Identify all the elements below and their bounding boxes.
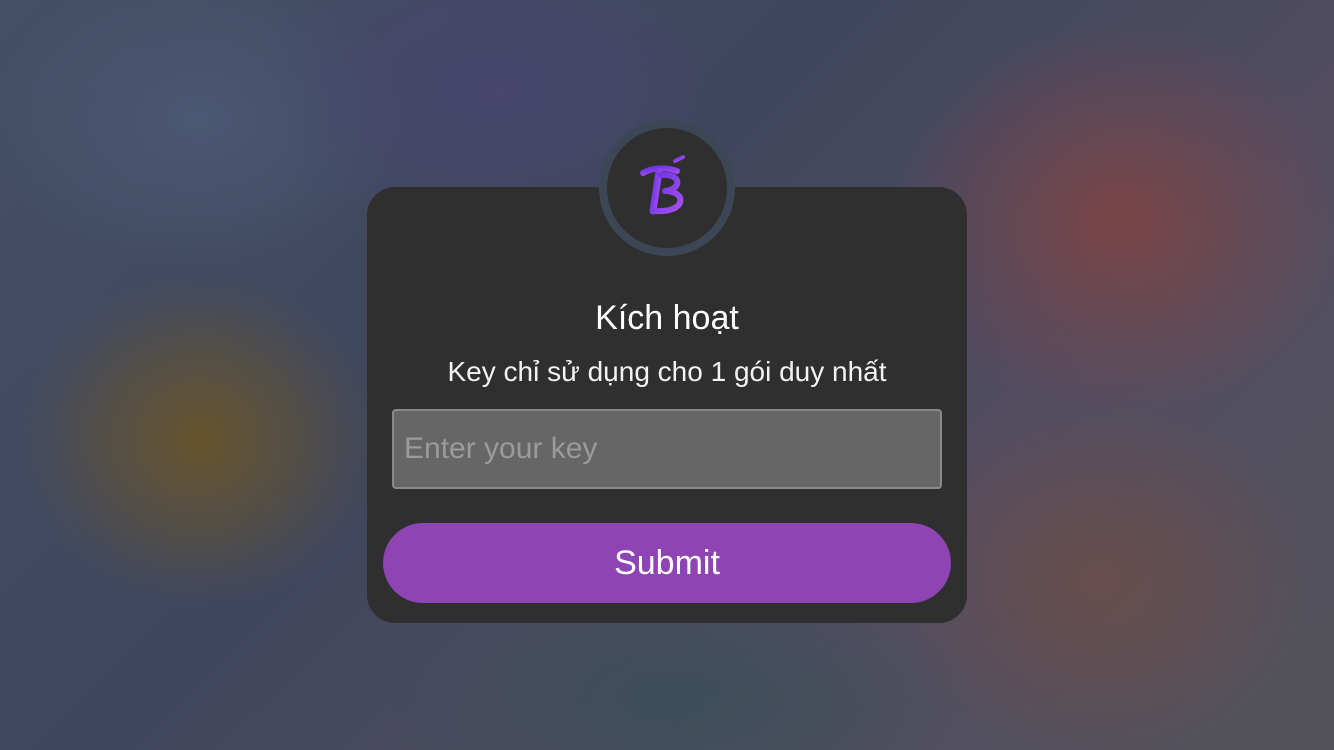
app-logo — [607, 128, 727, 248]
dialog-subtitle: Key chỉ sử dụng cho 1 gói duy nhất — [447, 356, 887, 387]
dialog-title: Kích hoạt — [595, 299, 739, 337]
key-input[interactable] — [392, 409, 942, 489]
submit-button[interactable]: Submit — [383, 523, 951, 603]
app-logo-icon — [640, 155, 685, 215]
